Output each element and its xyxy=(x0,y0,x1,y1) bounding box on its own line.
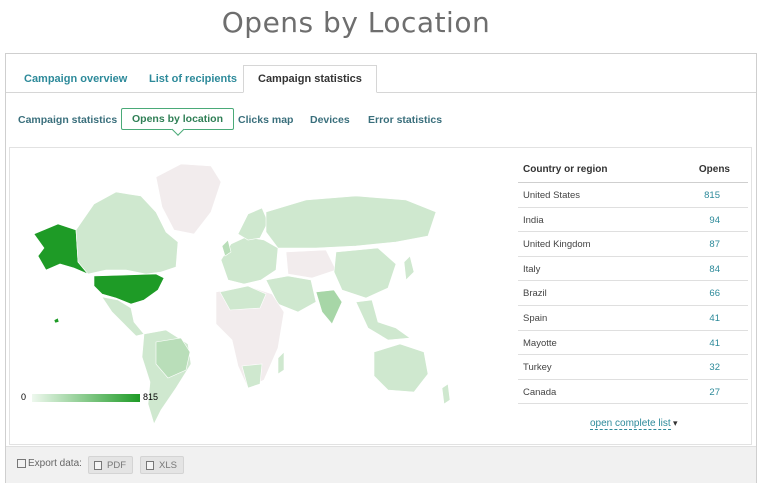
opens-count[interactable]: 815 xyxy=(704,190,720,201)
column-header-country: Country or region xyxy=(523,164,608,175)
map-region-new-zealand[interactable] xyxy=(441,383,451,405)
subtab-error-statistics[interactable]: Error statistics xyxy=(368,110,442,130)
export-icon xyxy=(17,459,26,468)
table-row: Mayotte 41 xyxy=(518,331,748,356)
opens-count[interactable]: 41 xyxy=(709,313,720,324)
country-name: United States xyxy=(523,190,581,201)
map-region-japan[interactable] xyxy=(403,255,415,281)
open-complete-list-link[interactable]: open complete list xyxy=(590,418,671,430)
map-region-australia[interactable] xyxy=(373,343,429,393)
location-content: 0 815 Country or region Opens United Sta… xyxy=(9,147,752,445)
legend-min-label: 0 xyxy=(21,392,27,402)
map-region-hawaii[interactable] xyxy=(53,317,60,324)
table-row: United Kingdom 87 xyxy=(518,232,748,257)
country-name: Mayotte xyxy=(523,337,557,349)
table-row: India 94 xyxy=(518,208,748,233)
map-region-central-asia[interactable] xyxy=(285,249,337,279)
subtab-opens-by-location[interactable]: Opens by location xyxy=(121,108,235,130)
map-region-scandinavia[interactable] xyxy=(237,207,269,241)
map-region-south-africa[interactable] xyxy=(241,363,263,389)
map-region-india[interactable] xyxy=(315,289,343,325)
map-region-greenland[interactable] xyxy=(155,163,222,235)
country-name: United Kingdom xyxy=(523,239,591,251)
country-name: Spain xyxy=(523,312,548,324)
document-icon xyxy=(146,461,154,470)
export-pdf-button[interactable]: PDF xyxy=(88,456,133,474)
subtab-clicks-map[interactable]: Clicks map xyxy=(238,110,293,130)
country-name: Italy xyxy=(523,263,541,275)
map-legend-bar xyxy=(32,394,140,402)
subtab-campaign-statistics[interactable]: Campaign statistics xyxy=(18,110,117,130)
export-xls-button[interactable]: XLS xyxy=(140,456,184,474)
table-row: Italy 84 xyxy=(518,257,748,282)
export-footer: Export data: PDF XLS xyxy=(6,446,756,483)
table-row: United States 815 xyxy=(518,183,748,208)
column-header-opens: Opens xyxy=(698,164,730,175)
table-row: Brazil 66 xyxy=(518,281,748,306)
tab-campaign-overview[interactable]: Campaign overview xyxy=(24,66,127,92)
main-tabs: Campaign overview List of recipients Cam… xyxy=(6,54,756,93)
export-xls-label: XLS xyxy=(159,460,177,471)
map-region-china[interactable] xyxy=(333,247,397,299)
country-name: India xyxy=(523,214,544,226)
country-name: Canada xyxy=(523,386,557,398)
subtab-devices[interactable]: Devices xyxy=(310,110,350,130)
opens-count[interactable]: 87 xyxy=(709,239,720,250)
opens-count[interactable]: 94 xyxy=(709,215,720,226)
export-pdf-label: PDF xyxy=(107,460,126,471)
map-region-madagascar[interactable] xyxy=(277,351,285,375)
opens-table: Country or region Opens United States 815… xyxy=(518,160,748,405)
map-region-russia[interactable] xyxy=(265,195,437,249)
table-row: Canada 27 xyxy=(518,380,748,405)
opens-count[interactable]: 66 xyxy=(709,288,720,299)
opens-count[interactable]: 27 xyxy=(709,387,720,398)
table-header: Country or region Opens xyxy=(518,160,748,183)
map-region-southeast-asia[interactable] xyxy=(355,299,411,341)
map-region-mexico[interactable] xyxy=(101,296,145,337)
export-label: Export data: xyxy=(28,458,82,469)
page-title: Opens by Location xyxy=(221,6,491,39)
tab-list-of-recipients[interactable]: List of recipients xyxy=(149,66,237,92)
table-row: Spain 41 xyxy=(518,306,748,331)
map-region-europe[interactable] xyxy=(220,236,279,285)
document-icon xyxy=(94,461,102,470)
opens-count[interactable]: 32 xyxy=(709,362,720,373)
table-row: Turkey 32 xyxy=(518,355,748,380)
opens-count[interactable]: 84 xyxy=(709,264,720,275)
campaign-panel: Campaign overview List of recipients Cam… xyxy=(5,53,757,483)
country-name: Turkey xyxy=(523,362,552,374)
sub-tabs: Campaign statistics Opens by location Cl… xyxy=(6,93,756,147)
opens-count[interactable]: 41 xyxy=(709,338,720,349)
country-name: Brazil xyxy=(523,288,547,300)
tab-campaign-statistics[interactable]: Campaign statistics xyxy=(243,65,377,93)
legend-max-label: 815 xyxy=(143,392,159,402)
chevron-down-icon[interactable]: ▾ xyxy=(673,418,678,429)
